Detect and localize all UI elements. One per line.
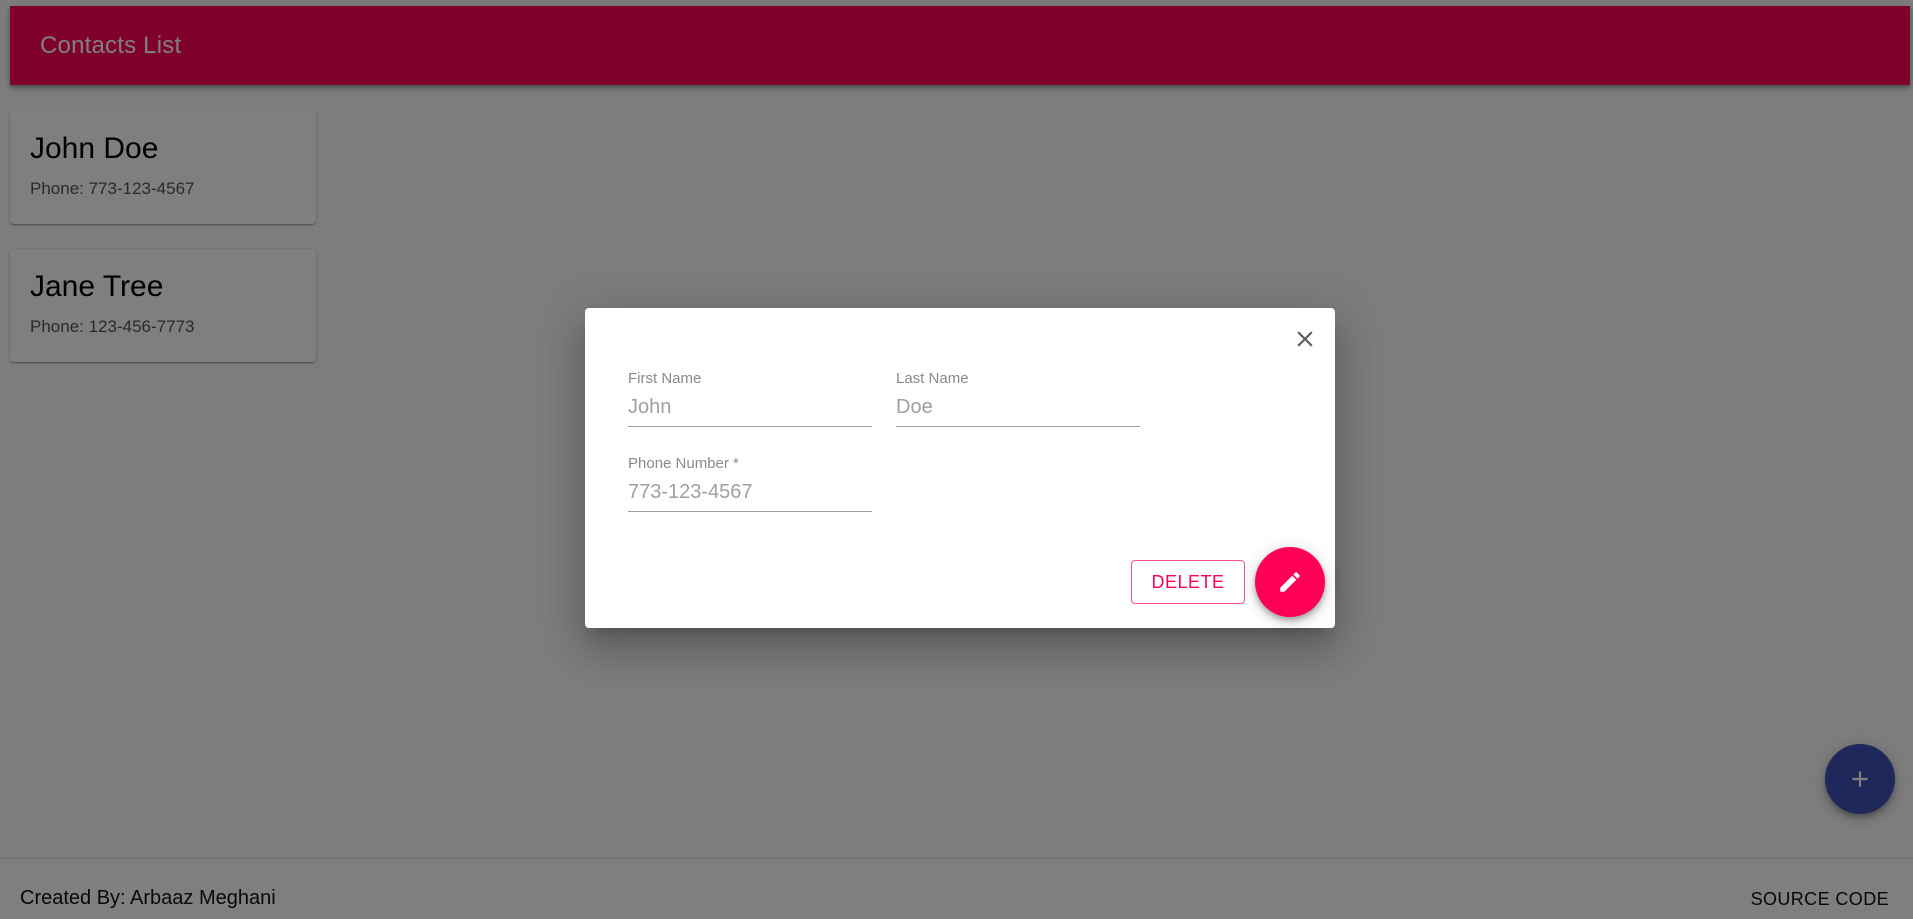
pencil-icon: [1277, 569, 1303, 595]
close-icon: [1292, 326, 1318, 352]
close-button[interactable]: [1288, 322, 1322, 356]
phone-number-label: Phone Number *: [628, 455, 739, 472]
delete-button[interactable]: DELETE: [1131, 560, 1245, 604]
edit-contact-dialog: First Name Last Name Phone Number * DELE…: [585, 308, 1335, 628]
edit-button[interactable]: [1255, 547, 1325, 617]
last-name-field: Last Name: [896, 370, 1140, 427]
first-name-field: First Name: [628, 370, 872, 427]
first-name-label: First Name: [628, 370, 702, 387]
phone-number-input[interactable]: [628, 475, 872, 512]
phone-number-field: Phone Number *: [628, 455, 872, 512]
last-name-label: Last Name: [896, 370, 969, 387]
last-name-input[interactable]: [896, 390, 1140, 427]
app-root: Contacts List John Doe Phone: 773-123-45…: [0, 0, 1913, 919]
first-name-input[interactable]: [628, 390, 872, 427]
